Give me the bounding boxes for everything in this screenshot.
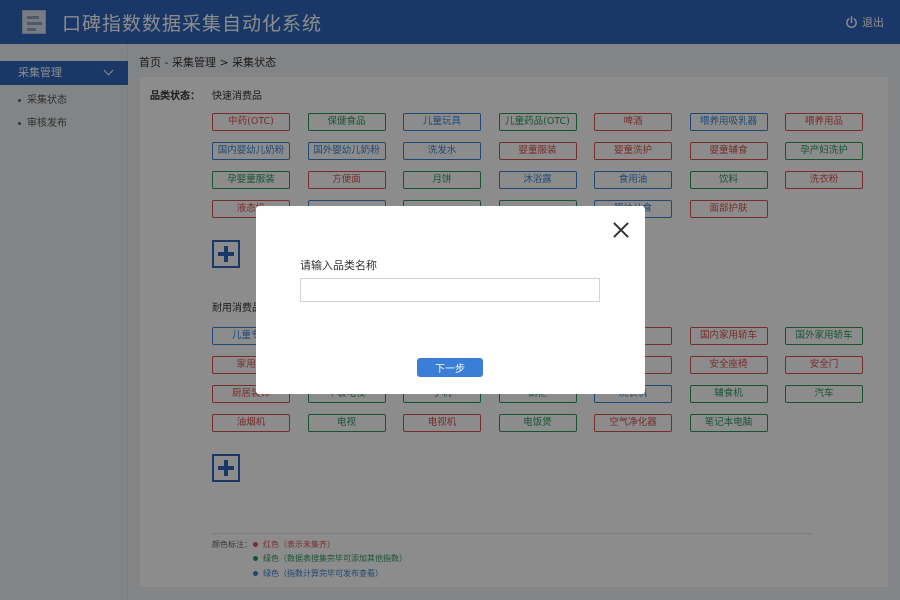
category-name-input[interactable] <box>300 278 600 302</box>
add-category-dialog: 请输入品类名称 下一步 <box>256 206 645 394</box>
close-icon[interactable] <box>613 222 629 238</box>
category-name-label: 请输入品类名称 <box>300 259 377 272</box>
next-step-button[interactable]: 下一步 <box>417 358 483 377</box>
